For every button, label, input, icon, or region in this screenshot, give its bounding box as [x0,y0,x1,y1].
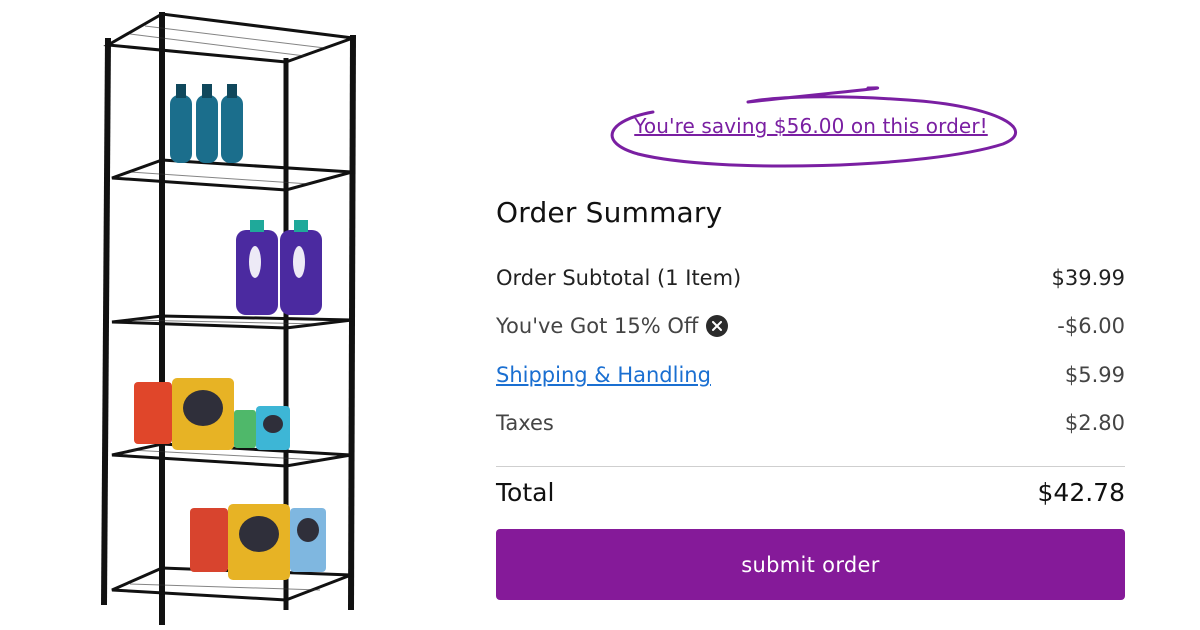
shipping-row: Shipping & Handling $5.99 [496,363,1125,387]
shipping-amount: $5.99 [1064,363,1125,387]
order-summary: Order Summary Order Subtotal (1 Item) $3… [496,196,1125,600]
shipping-handling-link[interactable]: Shipping & Handling [496,363,711,387]
discount-row: You've Got 15% Off -$6.00 [496,314,1125,338]
order-summary-title: Order Summary [496,196,723,229]
discount-label: You've Got 15% Off [496,314,699,338]
subtotal-amount: $39.99 [1051,266,1125,290]
total-row: Total $42.78 [496,478,1125,507]
taxes-label: Taxes [496,411,554,435]
savings-link[interactable]: You're saving $56.00 on this order! [598,114,1024,138]
summary-divider [496,466,1125,467]
total-label: Total [496,478,555,507]
savings-callout: You're saving $56.00 on this order! [598,82,1024,172]
close-circle-icon[interactable] [706,315,729,337]
discount-amount: -$6.00 [1057,314,1125,338]
taxes-row: Taxes $2.80 [496,411,1125,435]
subtotal-row: Order Subtotal (1 Item) $39.99 [496,266,1125,290]
product-image-shelving-unit [90,0,380,630]
taxes-amount: $2.80 [1064,411,1125,435]
total-amount: $42.78 [1037,478,1125,507]
submit-order-button[interactable]: submit order [496,529,1125,600]
subtotal-label: Order Subtotal (1 Item) [496,266,742,290]
discount-label-wrap: You've Got 15% Off [496,314,729,338]
